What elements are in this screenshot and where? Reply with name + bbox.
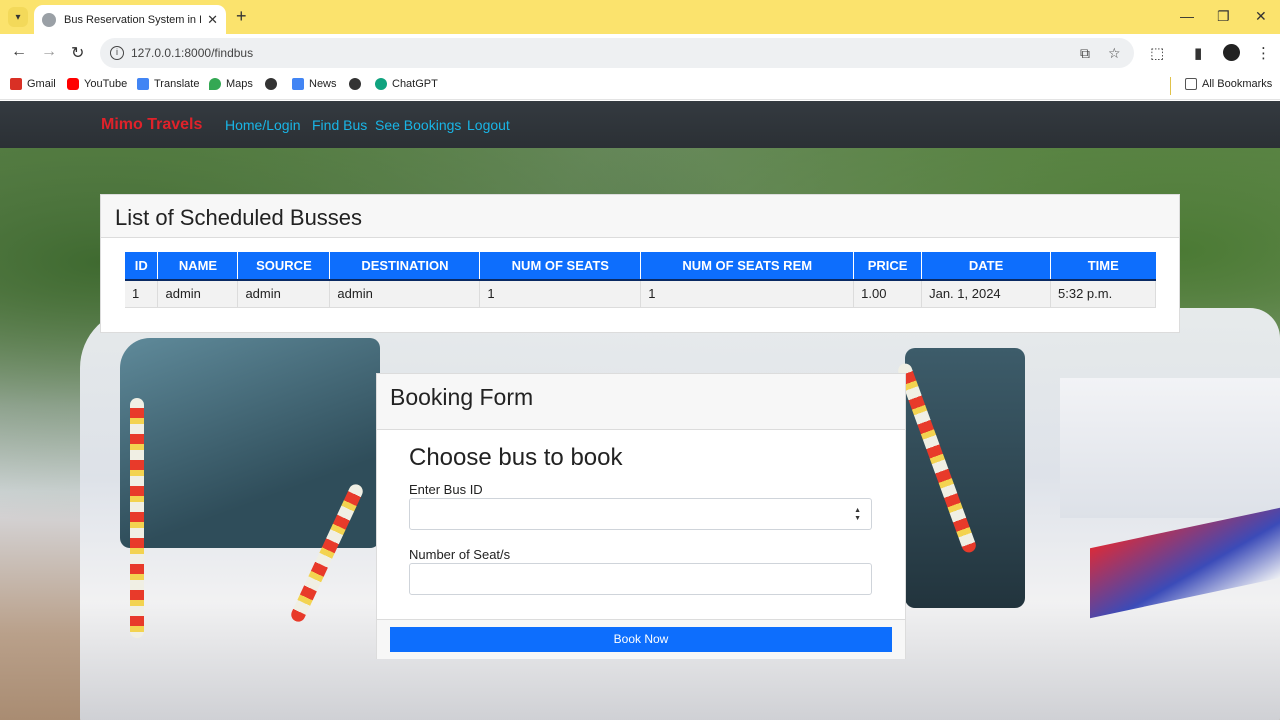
table-cell: Jan. 1, 2024: [921, 280, 1052, 308]
bookmark-translate[interactable]: Translate: [137, 78, 199, 90]
bus-id-label: Enter Bus ID: [409, 482, 483, 497]
minimize-icon[interactable]: —: [1180, 8, 1194, 24]
translate-icon: [137, 78, 149, 90]
close-icon[interactable]: ✕: [207, 12, 218, 28]
table-cell: admin: [157, 280, 239, 308]
address-bar[interactable]: i 127.0.0.1:8000/findbus ⧉ ☆: [100, 38, 1134, 68]
busses-table: ID NAME SOURCE DESTINATION NUM OF SEATS …: [125, 252, 1156, 308]
site-info-icon[interactable]: i: [110, 46, 124, 60]
all-bookmarks[interactable]: All Bookmarks: [1185, 78, 1272, 90]
seats-input[interactable]: [409, 563, 872, 595]
column-header: SOURCE: [237, 252, 331, 281]
globe-icon: [265, 78, 277, 90]
site-navbar: Mimo Travels Home/Login Find Bus See Boo…: [0, 101, 1280, 148]
table-cell: 5:32 p.m.: [1050, 280, 1156, 308]
window-close-icon[interactable]: ✕: [1255, 8, 1267, 25]
translate-page-icon[interactable]: ⧉: [1080, 45, 1090, 62]
browser-tab[interactable]: Bus Reservation System in Djan ✕: [34, 5, 226, 34]
page: Mimo Travels Home/Login Find Bus See Boo…: [0, 101, 1280, 720]
globe-icon: [349, 78, 361, 90]
nav-find-bus[interactable]: Find Bus: [312, 117, 367, 133]
nav-logout[interactable]: Logout: [467, 117, 510, 133]
globe-icon: [42, 12, 56, 27]
news-icon: [292, 78, 304, 90]
column-header: PRICE: [853, 252, 923, 281]
bookmarks-divider: [1170, 77, 1171, 95]
column-header: TIME: [1050, 252, 1156, 281]
browser-toolbar: ← → ↻ i 127.0.0.1:8000/findbus ⧉ ☆ ⬚ ▮ ⋮: [0, 34, 1280, 72]
bookmark-maps[interactable]: Maps: [209, 78, 253, 90]
seats-label: Number of Seat/s: [409, 547, 511, 562]
booking-form-card: Booking Form Choose bus to book Enter Bu…: [376, 373, 906, 659]
new-tab-icon[interactable]: +: [236, 6, 247, 27]
youtube-icon: [67, 78, 79, 90]
bookmark-youtube[interactable]: YouTube: [67, 78, 127, 90]
table-cell: 1: [125, 280, 159, 308]
booking-form-header: Booking Form: [377, 374, 905, 430]
bookmark-news[interactable]: News: [292, 78, 337, 90]
reload-icon[interactable]: ↻: [71, 43, 84, 63]
bookmark-globe-1[interactable]: [265, 78, 277, 90]
table-header-row: ID NAME SOURCE DESTINATION NUM OF SEATS …: [125, 252, 1156, 281]
flower-garland: [130, 398, 144, 638]
column-header: NUM OF SEATS REM: [640, 252, 855, 281]
gmail-icon: [10, 78, 22, 90]
forward-icon[interactable]: →: [41, 43, 57, 61]
bookmark-star-icon[interactable]: ☆: [1108, 45, 1121, 62]
bookmark-chatgpt[interactable]: ChatGPT: [375, 78, 438, 90]
chatgpt-icon: [375, 78, 387, 90]
folder-icon: [1185, 78, 1197, 90]
maps-icon: [209, 78, 221, 90]
table-cell: 1: [640, 280, 855, 308]
maximize-icon[interactable]: ❐: [1217, 8, 1230, 25]
bus-door-window: [905, 348, 1025, 608]
table-cell: admin: [237, 280, 331, 308]
table-cell: admin: [329, 280, 481, 308]
extensions-icon[interactable]: ⬚: [1150, 44, 1164, 62]
column-header: DATE: [921, 252, 1052, 281]
scheduled-busses-card: List of Scheduled Busses ID NAME SOURCE …: [100, 194, 1180, 333]
bookmark-globe-2[interactable]: [349, 78, 361, 90]
back-icon[interactable]: ←: [11, 43, 27, 61]
table-row: 1 admin admin admin 1 1 1.00 Jan. 1, 202…: [125, 280, 1156, 308]
nav-home-login[interactable]: Home/Login: [225, 117, 301, 133]
tab-title: Bus Reservation System in Djan: [64, 13, 201, 26]
number-spinner-icon[interactable]: ▲ ▼: [854, 507, 861, 523]
booking-form-footer: Book Now: [377, 619, 905, 659]
nav-see-bookings[interactable]: See Bookings: [375, 117, 461, 133]
scheduled-busses-title: List of Scheduled Busses: [101, 195, 1179, 238]
side-panel-icon[interactable]: ▮: [1194, 44, 1202, 62]
bookmark-gmail[interactable]: Gmail: [10, 78, 56, 90]
browser-tab-strip: ▾ Bus Reservation System in Djan ✕ + — ❐…: [0, 0, 1280, 34]
table-cell: 1: [479, 280, 642, 308]
column-header: NUM OF SEATS: [479, 252, 642, 281]
tab-search-icon[interactable]: ▾: [8, 7, 28, 27]
book-now-button[interactable]: Book Now: [390, 627, 892, 652]
column-header: ID: [125, 252, 159, 281]
bus-side-panel: [1060, 378, 1280, 518]
bus-id-input[interactable]: ▲ ▼: [409, 498, 872, 530]
url-text[interactable]: 127.0.0.1:8000/findbus: [131, 46, 253, 60]
menu-dots-icon[interactable]: ⋮: [1256, 44, 1271, 62]
brand-logo[interactable]: Mimo Travels: [101, 116, 202, 134]
column-header: DESTINATION: [329, 252, 481, 281]
table-cell: 1.00: [853, 280, 923, 308]
profile-avatar[interactable]: [1223, 44, 1240, 61]
bookmarks-bar: Gmail YouTube Translate Maps News ChatGP…: [0, 72, 1280, 100]
booking-form-title: Choose bus to book: [409, 444, 623, 471]
column-header: NAME: [157, 252, 239, 281]
